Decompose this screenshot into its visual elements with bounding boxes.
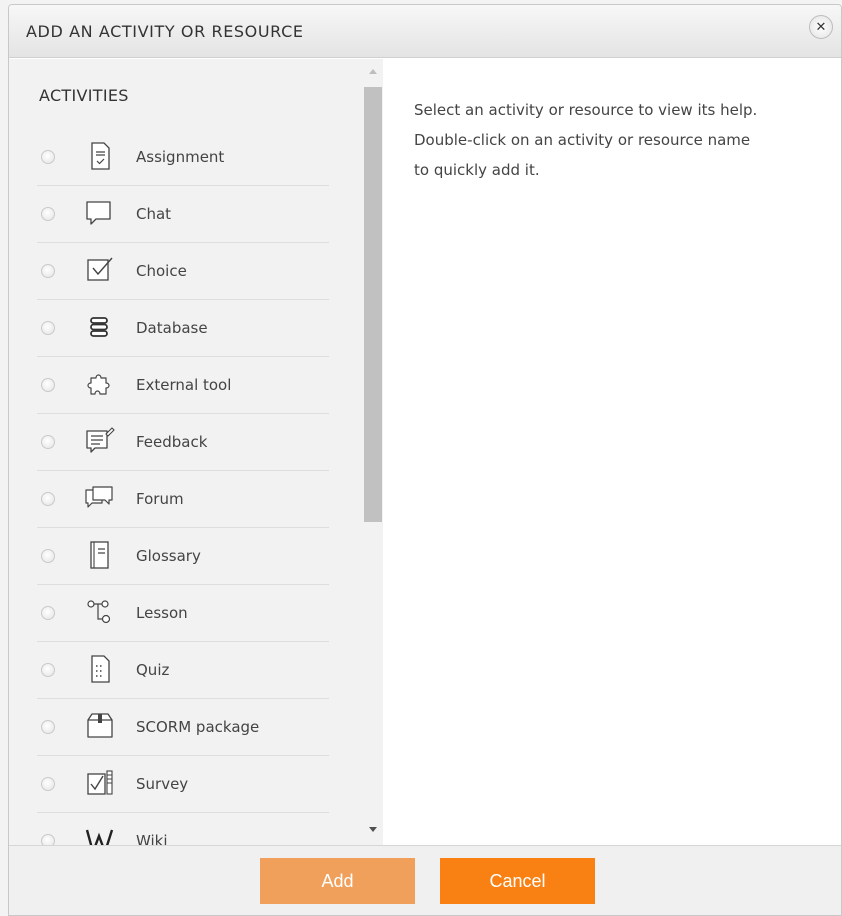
quiz-icon — [83, 654, 117, 684]
option-row-external-tool[interactable]: External tool — [37, 357, 329, 414]
dialog-footer: Add Cancel — [9, 845, 841, 915]
option-row-wiki[interactable]: Wiki — [37, 813, 329, 845]
help-line: Select an activity or resource to view i… — [414, 101, 758, 119]
option-radio[interactable] — [41, 492, 55, 506]
option-label: Glossary — [136, 547, 201, 565]
option-radio[interactable] — [41, 321, 55, 335]
option-label: Chat — [136, 205, 172, 223]
option-label: External tool — [136, 376, 232, 394]
option-row-lesson[interactable]: Lesson — [37, 585, 329, 642]
forum-icon — [83, 483, 117, 513]
wiki-icon — [83, 825, 117, 845]
help-line: to quickly add it. — [414, 161, 540, 179]
option-radio[interactable] — [41, 606, 55, 620]
survey-icon — [83, 768, 117, 798]
option-row-chat[interactable]: Chat — [37, 186, 329, 243]
option-radio[interactable] — [41, 207, 55, 221]
scroll-down-icon[interactable] — [369, 827, 377, 832]
option-label: Lesson — [136, 604, 188, 622]
help-panel: Select an activity or resource to view i… — [383, 59, 841, 845]
option-row-assignment[interactable]: Assignment — [37, 129, 329, 186]
option-radio[interactable] — [41, 777, 55, 791]
option-row-database[interactable]: Database — [37, 300, 329, 357]
dialog-header: ADD AN ACTIVITY OR RESOURCE ✕ — [9, 5, 841, 58]
dialog-body: ACTIVITIES Assignment Chat Choice Databa… — [9, 59, 841, 845]
option-row-forum[interactable]: Forum — [37, 471, 329, 528]
option-radio[interactable] — [41, 150, 55, 164]
dialog-title: ADD AN ACTIVITY OR RESOURCE — [26, 22, 304, 41]
option-radio[interactable] — [41, 549, 55, 563]
feedback-icon — [83, 426, 117, 456]
add-activity-dialog: ADD AN ACTIVITY OR RESOURCE ✕ ACTIVITIES… — [8, 4, 842, 916]
chat-icon — [83, 198, 117, 228]
option-label: Forum — [136, 490, 184, 508]
option-label: Choice — [136, 262, 187, 280]
choice-icon — [83, 255, 117, 285]
scorm-package-icon — [83, 711, 117, 741]
option-row-quiz[interactable]: Quiz — [37, 642, 329, 699]
option-radio[interactable] — [41, 663, 55, 677]
option-row-choice[interactable]: Choice — [37, 243, 329, 300]
option-label: Quiz — [136, 661, 170, 679]
assignment-icon — [83, 141, 117, 171]
option-row-scorm-package[interactable]: SCORM package — [37, 699, 329, 756]
option-radio[interactable] — [41, 378, 55, 392]
help-line: Double-click on an activity or resource … — [414, 131, 751, 149]
option-label: Survey — [136, 775, 189, 793]
activities-section-title: ACTIVITIES — [39, 86, 129, 105]
options-panel: ACTIVITIES Assignment Chat Choice Databa… — [9, 59, 383, 845]
scroll-up-icon[interactable] — [369, 69, 377, 74]
external-tool-icon — [83, 369, 117, 399]
glossary-icon — [83, 540, 117, 570]
option-label: Wiki — [136, 832, 168, 845]
option-radio[interactable] — [41, 264, 55, 278]
lesson-icon — [83, 597, 117, 627]
database-icon — [83, 312, 117, 342]
option-label: Assignment — [136, 148, 225, 166]
option-label: Database — [136, 319, 208, 337]
option-radio[interactable] — [41, 834, 55, 845]
option-row-survey[interactable]: Survey — [37, 756, 329, 813]
add-button[interactable]: Add — [260, 858, 415, 904]
close-icon: ✕ — [815, 19, 827, 35]
option-radio[interactable] — [41, 720, 55, 734]
scroll-thumb[interactable] — [364, 87, 382, 522]
cancel-button[interactable]: Cancel — [440, 858, 595, 904]
option-label: SCORM package — [136, 718, 260, 736]
option-row-feedback[interactable]: Feedback — [37, 414, 329, 471]
option-radio[interactable] — [41, 435, 55, 449]
close-button[interactable]: ✕ — [809, 15, 833, 39]
option-label: Feedback — [136, 433, 208, 451]
option-row-glossary[interactable]: Glossary — [37, 528, 329, 585]
help-text: Select an activity or resource to view i… — [414, 95, 824, 185]
options-scrollbar[interactable] — [362, 59, 383, 845]
